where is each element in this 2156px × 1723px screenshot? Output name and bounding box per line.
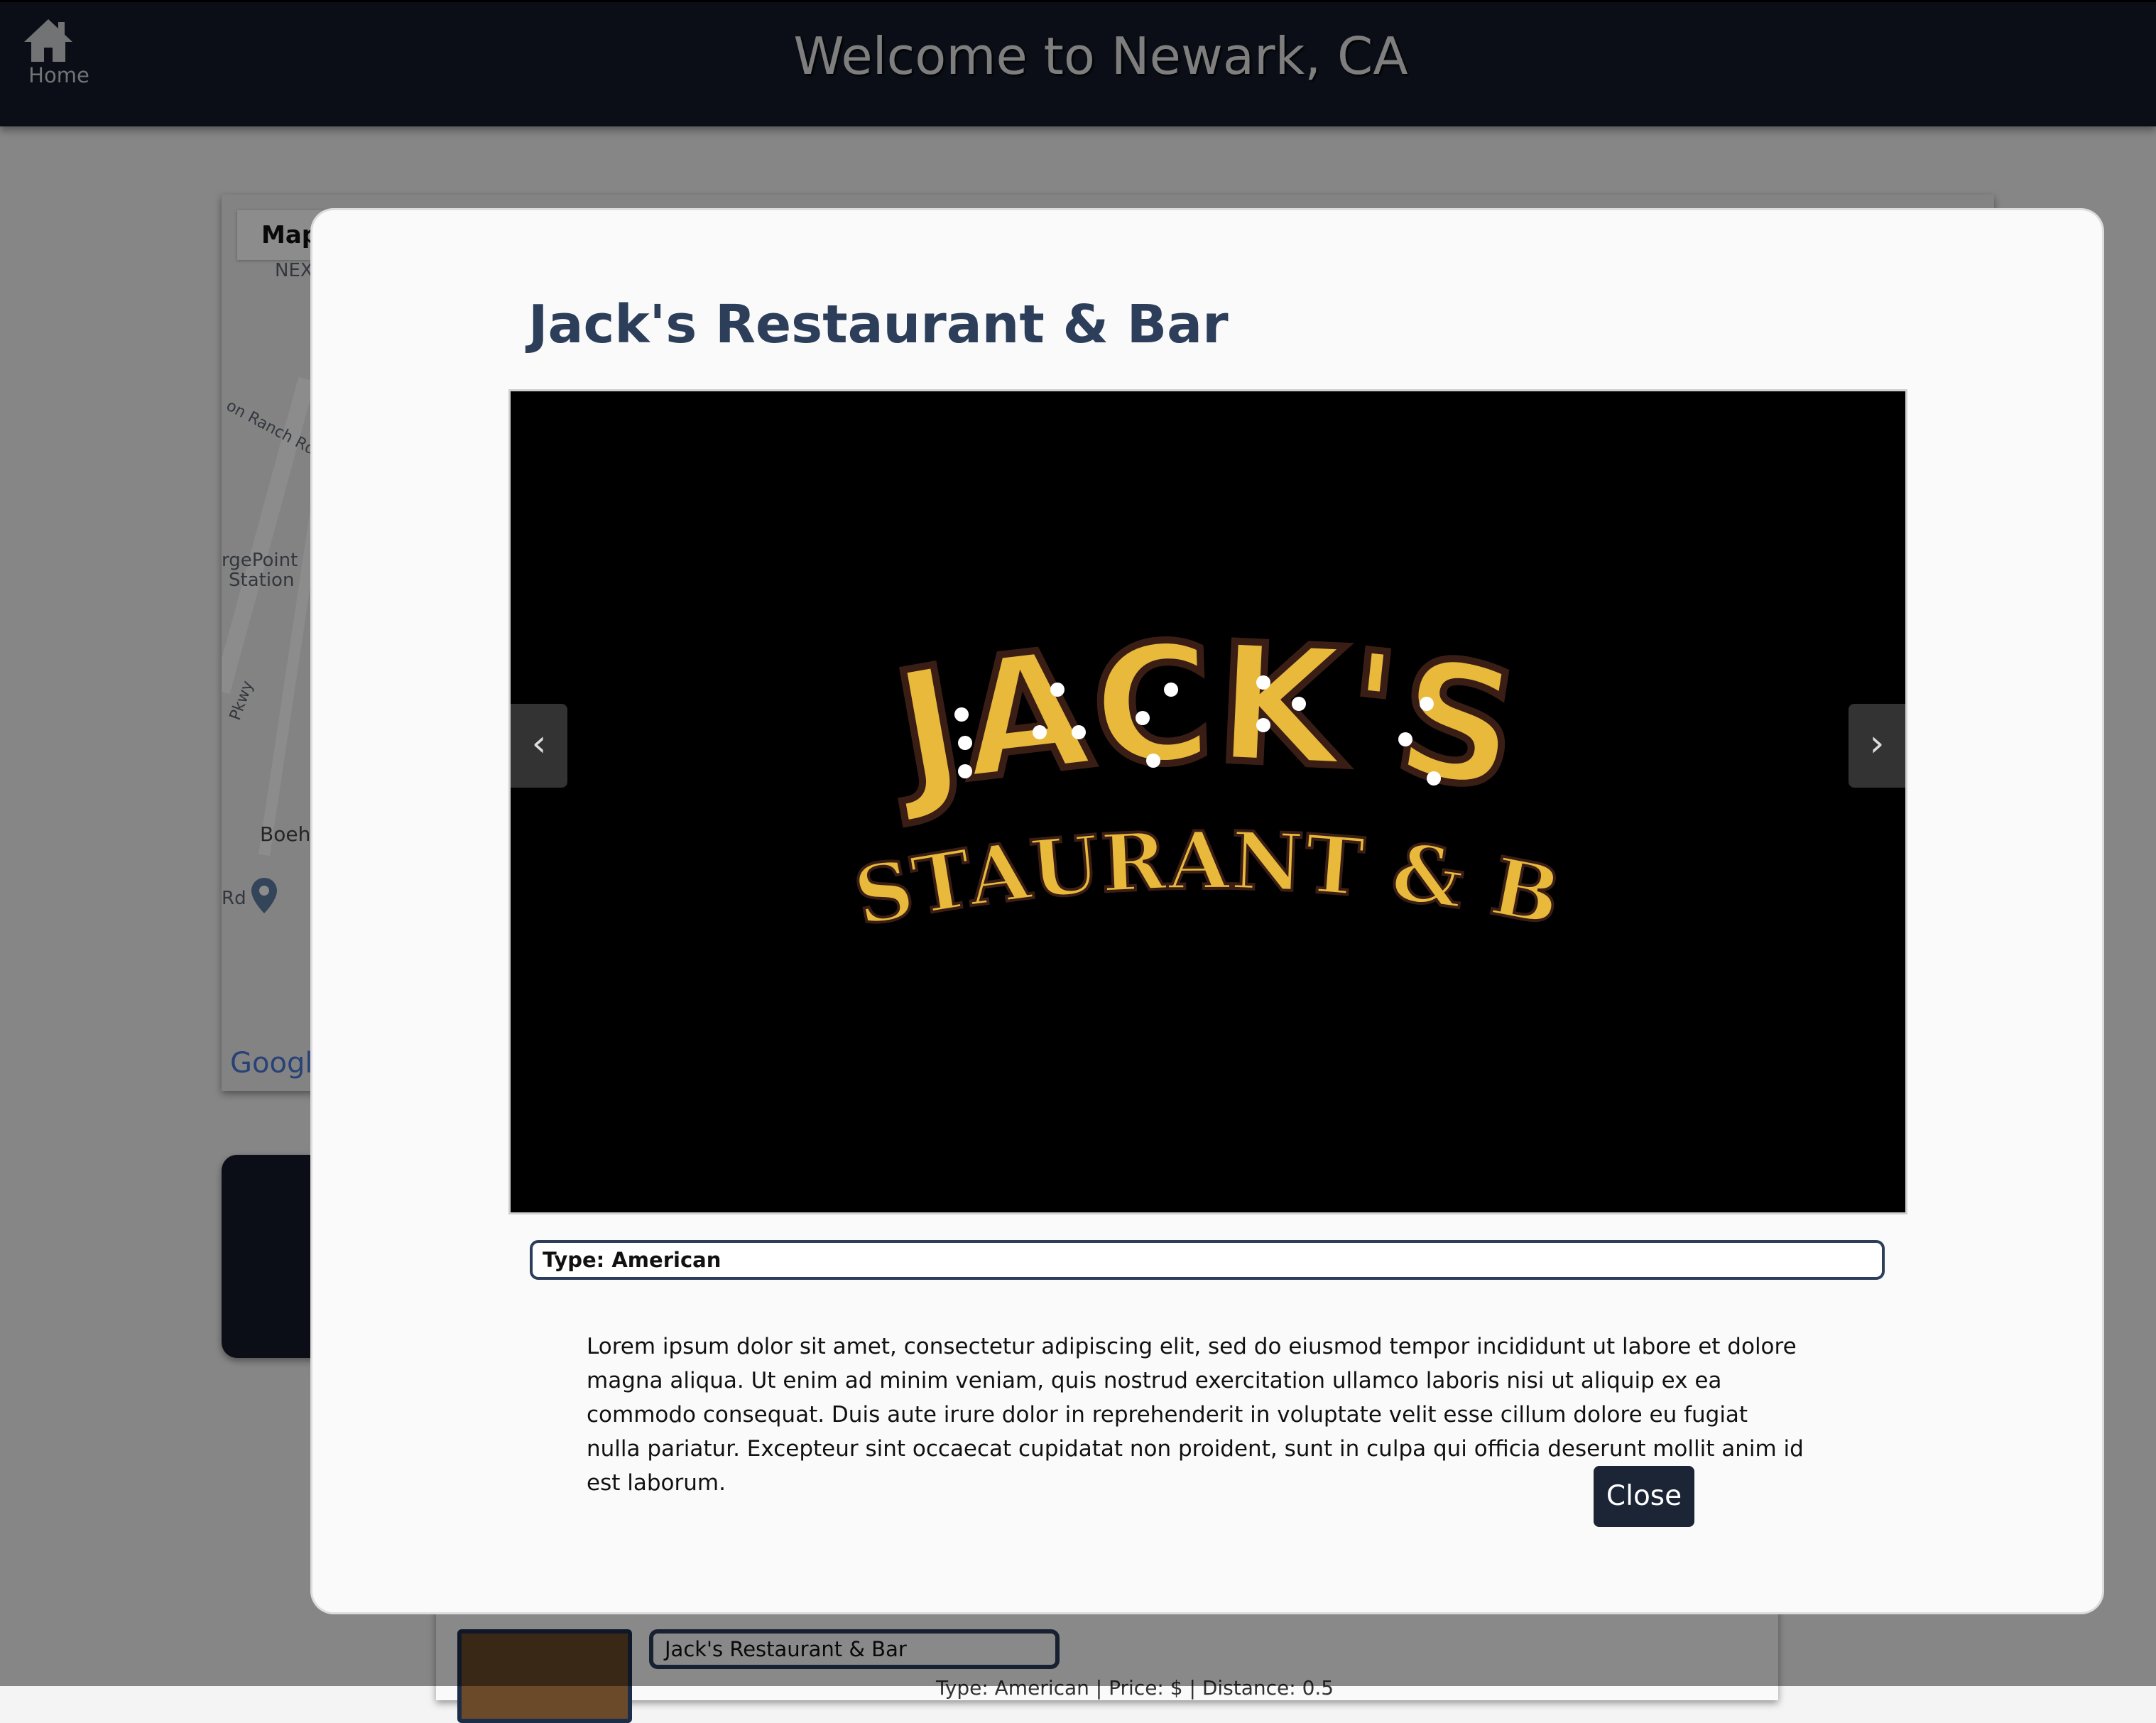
logo-text-main: JACK'S <box>870 605 1534 833</box>
modal-title: Jack's Restaurant & Bar <box>528 294 1229 355</box>
image-carousel[interactable]: JACK'S RESTAURANT & BAR ‹ › <box>508 389 1907 1214</box>
restaurant-modal: Jack's Restaurant & Bar JACK'S RESTAURAN… <box>312 210 2102 1612</box>
restaurant-logo-image: JACK'S RESTAURANT & BAR <box>511 391 1569 946</box>
carousel-next-button[interactable]: › <box>1849 704 1905 788</box>
cuisine-type-badge: Type: American <box>530 1240 1885 1280</box>
svg-text:JACK'S: JACK'S <box>873 609 1530 830</box>
carousel-prev-button[interactable]: ‹ <box>511 704 567 788</box>
close-button[interactable]: Close <box>1594 1466 1694 1527</box>
